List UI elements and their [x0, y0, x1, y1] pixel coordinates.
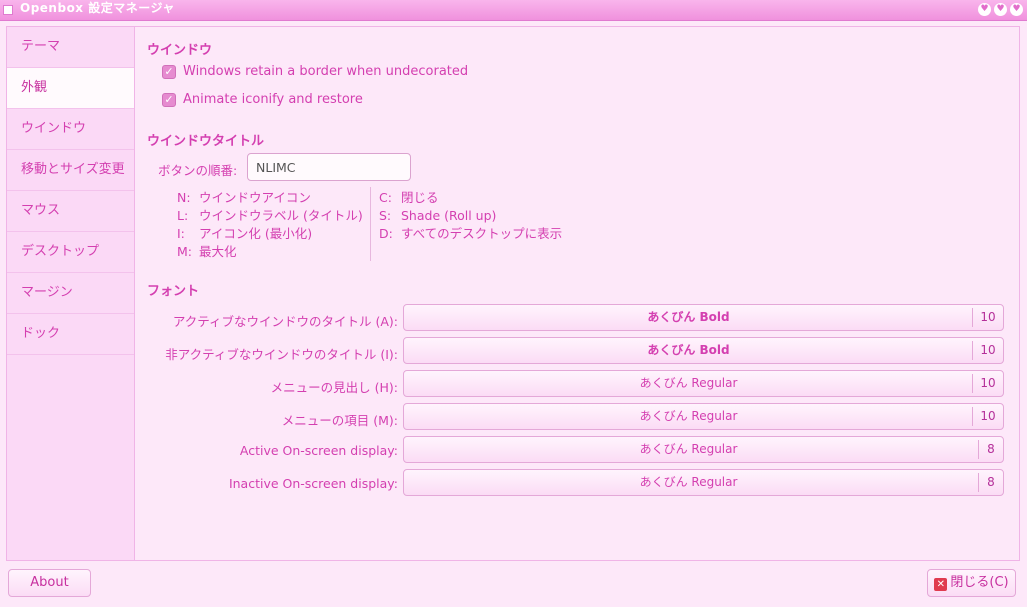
sidebar-item-mouse[interactable]: マウス [7, 191, 134, 232]
font-label-menu-item: メニューの項目 (M): [281, 413, 398, 428]
font-button-inactive-title[interactable]: あくびん Bold 10 [403, 337, 1004, 364]
font-section-title: フォント [147, 284, 200, 299]
legend-right: C: 閉じる S: Shade (Roll up) D: すべてのデスクトップに表示 [379, 189, 562, 243]
font-button-menu-header[interactable]: あくびん Regular 10 [403, 370, 1004, 397]
animate-iconify-label[interactable]: Animate iconify and restore [183, 92, 363, 107]
font-label-active-title: アクティブなウインドウのタイトル (A): [172, 314, 398, 329]
legend-item: M: 最大化 [177, 244, 237, 259]
font-name: あくびん Regular [639, 409, 738, 423]
close-button-label: 閉じる(C) [950, 575, 1009, 590]
font-size: 10 [972, 374, 1003, 393]
legend-item: L: ウインドウラベル (タイトル) [177, 208, 363, 223]
font-button-inactive-osd[interactable]: あくびん Regular 8 [403, 469, 1004, 496]
legend-item: I: アイコン化 (最小化) [177, 226, 313, 241]
font-size: 8 [978, 440, 1003, 459]
window-titlebar[interactable]: Openbox 設定マネージャ ♥ ♥ ♥ [0, 0, 1027, 21]
close-button[interactable]: ✕ 閉じる(C) [927, 569, 1016, 597]
legend-item: D: すべてのデスクトップに表示 [379, 226, 563, 241]
appearance-panel: ウインドウ ✓ Windows retain a border when und… [135, 26, 1020, 561]
font-size: 10 [972, 308, 1003, 327]
font-label-inactive-title: 非アクティブなウインドウのタイトル (I): [165, 347, 398, 362]
sidebar-item-margins[interactable]: マージン [7, 273, 134, 314]
legend-left: N: ウインドウアイコン L: ウインドウラベル (タイトル) I: アイコン化 (最… [177, 189, 363, 261]
titlebar-section-title: ウインドウタイトル [147, 134, 265, 149]
retain-border-checkbox[interactable]: ✓ [162, 64, 176, 79]
font-name: あくびん Bold [647, 343, 730, 357]
font-label-inactive-osd: Inactive On-screen display: [228, 476, 398, 491]
font-name: あくびん Regular [639, 442, 738, 456]
window-controls: ♥ ♥ ♥ [978, 3, 1023, 16]
font-name: あくびん Regular [639, 376, 738, 390]
animate-iconify-option[interactable]: ✓ Animate iconify and restore [162, 92, 363, 107]
windows-section-title: ウインドウ [147, 43, 213, 58]
app-icon [3, 5, 13, 15]
sidebar-item-appearance[interactable]: 外観 [7, 68, 134, 109]
close-icon: ✕ [934, 578, 948, 591]
font-size: 8 [978, 473, 1003, 492]
font-size: 10 [972, 407, 1003, 426]
legend-divider [370, 187, 371, 261]
legend-item: N: ウインドウアイコン [177, 190, 311, 205]
sidebar: テーマ 外観 ウインドウ 移動とサイズ変更 マウス デスクトップ マージン ドッ… [6, 26, 135, 561]
sidebar-item-desktops[interactable]: デスクトップ [7, 232, 134, 273]
legend-item: C: 閉じる [379, 190, 439, 205]
font-button-active-title[interactable]: あくびん Bold 10 [403, 304, 1004, 331]
button-order-label: ボタンの順番: [158, 163, 238, 178]
retain-border-option[interactable]: ✓ Windows retain a border when undecorat… [162, 64, 468, 79]
close-window-icon[interactable]: ♥ [1010, 3, 1023, 16]
font-name: あくびん Bold [647, 310, 730, 324]
button-order-input[interactable] [247, 153, 411, 181]
retain-border-label[interactable]: Windows retain a border when undecorated [183, 64, 468, 79]
animate-iconify-checkbox[interactable]: ✓ [162, 92, 176, 107]
sidebar-item-windows[interactable]: ウインドウ [7, 109, 134, 150]
legend-item: S: Shade (Roll up) [379, 208, 497, 223]
about-button[interactable]: About [8, 569, 91, 597]
font-label-menu-header: メニューの見出し (H): [270, 380, 398, 395]
sidebar-item-theme[interactable]: テーマ [7, 27, 134, 68]
sidebar-item-dock[interactable]: ドック [7, 314, 134, 355]
font-label-active-osd: Active On-screen display: [239, 443, 398, 458]
minimize-icon[interactable]: ♥ [978, 3, 991, 16]
font-size: 10 [972, 341, 1003, 360]
maximize-icon[interactable]: ♥ [994, 3, 1007, 16]
window-title: Openbox 設定マネージャ [20, 1, 175, 15]
window-edge [1020, 26, 1027, 561]
font-button-menu-item[interactable]: あくびん Regular 10 [403, 403, 1004, 430]
sidebar-item-move-resize[interactable]: 移動とサイズ変更 [7, 150, 134, 191]
font-name: あくびん Regular [639, 475, 738, 489]
font-button-active-osd[interactable]: あくびん Regular 8 [403, 436, 1004, 463]
